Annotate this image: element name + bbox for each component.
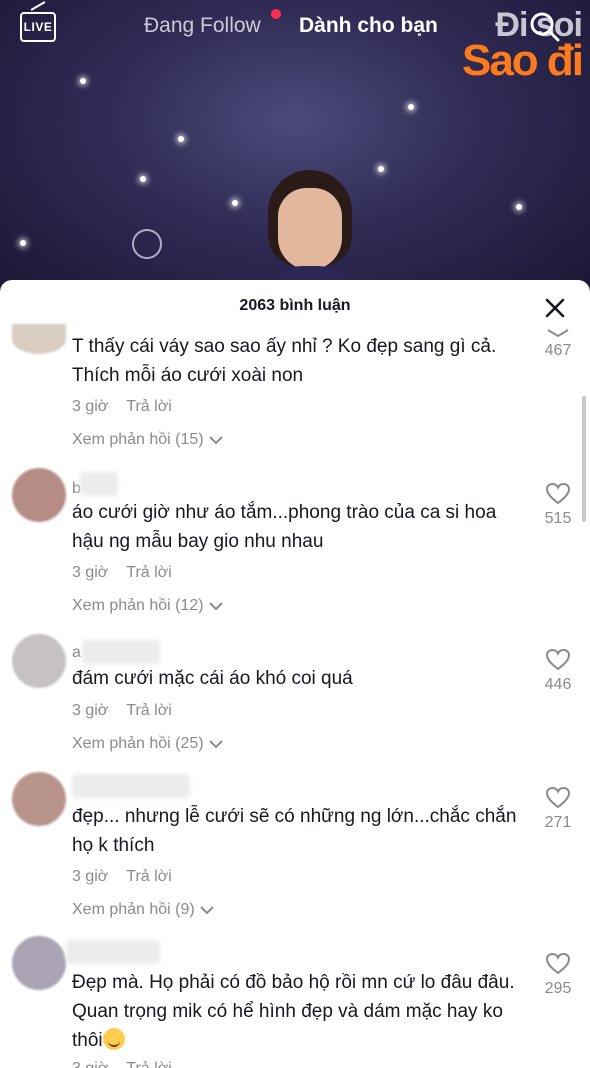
comment-meta: 3 giờ Trả lời	[72, 1060, 172, 1068]
like-button[interactable]: 271	[536, 786, 580, 832]
view-replies-label: Xem phản hồi (12)	[72, 597, 204, 614]
username-redacted	[72, 774, 190, 798]
top-navigation: LIVE Đang Follow Dành cho bạn	[0, 0, 590, 56]
avatar[interactable]	[12, 772, 66, 826]
comment-text: áo cưới giờ như áo tắm...phong trào của …	[72, 502, 497, 552]
tab-following[interactable]: Đang Follow	[144, 14, 261, 38]
heart-icon	[545, 786, 571, 809]
comment-text: đám cưới mặc cái áo khó coi quá	[72, 668, 353, 689]
heart-icon	[545, 952, 571, 975]
chevron-down-icon	[208, 740, 223, 749]
username-redacted	[66, 940, 160, 964]
light-sparkle	[378, 166, 384, 172]
like-button[interactable]: 467	[536, 328, 580, 360]
like-count: 467	[544, 342, 572, 359]
comment-time: 3 giờ	[72, 564, 109, 581]
light-sparkle	[232, 200, 238, 206]
chevron-down-icon	[200, 906, 214, 915]
view-replies-button[interactable]: Xem phản hồi (15)	[72, 431, 224, 449]
live-icon[interactable]: LIVE	[20, 12, 56, 42]
like-button[interactable]: 515	[536, 482, 580, 528]
chevron-down-icon	[208, 602, 223, 611]
live-label: LIVE	[23, 20, 53, 34]
avatar[interactable]	[12, 634, 66, 688]
reply-button[interactable]: Trả lời	[126, 1060, 171, 1068]
view-replies-button[interactable]: Xem phản hồi (25)	[72, 735, 224, 753]
comments-count-title: 2063 bình luận	[239, 297, 351, 314]
view-replies-button[interactable]: Xem phản hồi (9)	[72, 901, 215, 919]
username-redacted	[82, 640, 160, 664]
comments-sheet: 2063 bình luận T thấy cái váy sao sao ấy…	[0, 280, 590, 1068]
light-sparkle	[516, 204, 522, 210]
comments-header: 2063 bình luận	[0, 280, 590, 334]
avatar[interactable]	[12, 468, 66, 522]
light-sparkle	[140, 176, 146, 182]
comment-text-content: Đẹp mà. Họ phải có đồ bảo hộ rồi mn cứ l…	[72, 972, 515, 1051]
scrollbar[interactable]	[582, 396, 586, 522]
heart-icon	[545, 482, 571, 505]
view-replies-label: Xem phản hồi (25)	[72, 735, 204, 752]
like-count: 271	[544, 814, 572, 831]
view-replies-label: Xem phản hồi (15)	[72, 431, 204, 448]
comment-meta: 3 giờ Trả lời	[72, 564, 172, 582]
notification-dot	[271, 9, 281, 19]
avatar[interactable]	[12, 936, 66, 990]
like-count: 295	[544, 980, 572, 997]
like-button[interactable]: 446	[536, 648, 580, 694]
reply-button[interactable]: Trả lời	[126, 868, 171, 885]
heart-icon	[545, 648, 571, 671]
avatar[interactable]	[12, 324, 66, 354]
username-redacted	[80, 472, 118, 496]
comment-text: đẹp... nhưng lễ cưới sẽ có những ng lớn.…	[72, 806, 517, 856]
light-sparkle	[80, 78, 86, 84]
chevron-down-icon	[208, 436, 223, 445]
light-sparkle	[20, 240, 26, 246]
light-sparkle	[408, 104, 414, 110]
like-button[interactable]: 295	[536, 952, 580, 998]
reply-button[interactable]: Trả lời	[126, 702, 171, 719]
comment-text: T thấy cái váy sao sao ấy nhỉ ? Ko đẹp s…	[72, 336, 497, 386]
comment-time: 3 giờ	[72, 1060, 108, 1068]
reply-button[interactable]: Trả lời	[126, 398, 171, 415]
tab-for-you[interactable]: Dành cho bạn	[299, 14, 438, 38]
comment-time: 3 giờ	[72, 868, 109, 885]
close-icon[interactable]	[544, 297, 566, 319]
view-replies-label: Xem phản hồi (9)	[72, 901, 195, 918]
like-count: 515	[544, 510, 572, 527]
reply-button[interactable]: Trả lời	[126, 564, 171, 581]
comment-meta: 3 giờ Trả lời	[72, 702, 172, 720]
smiling-face-with-hearts-icon	[102, 1028, 125, 1050]
search-icon[interactable]	[529, 11, 561, 43]
like-count: 446	[544, 676, 572, 693]
comment-text: Đẹp mà. Họ phải có đồ bảo hộ rồi mn cứ l…	[72, 968, 524, 1055]
comment-meta: 3 giờ Trả lời	[72, 398, 172, 416]
heart-icon	[547, 329, 569, 338]
comment-time: 3 giờ	[72, 398, 109, 415]
light-sparkle	[178, 136, 184, 142]
comment-meta: 3 giờ Trả lời	[72, 868, 172, 886]
comment-time: 3 giờ	[72, 702, 109, 719]
bubble-decoration	[132, 229, 162, 259]
view-replies-button[interactable]: Xem phản hồi (12)	[72, 597, 224, 615]
